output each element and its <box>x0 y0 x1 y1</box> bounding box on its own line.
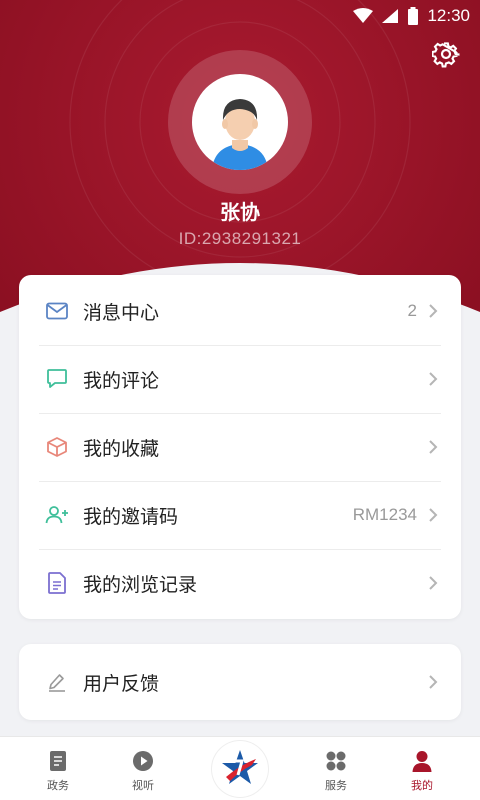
user-name: 张协 <box>220 200 260 224</box>
menu-item-history[interactable]: 我的浏览记录 <box>19 549 461 617</box>
status-time: 12:30 <box>427 6 470 25</box>
nav-label: 视听 <box>132 779 154 792</box>
menu-item-label: 我的浏览记录 <box>83 573 198 596</box>
menu-item-label: 消息中心 <box>83 301 160 324</box>
chevron-right-icon <box>429 440 438 454</box>
mail-icon <box>45 299 69 323</box>
menu-item-label: 我的评论 <box>83 369 160 392</box>
feedback-card: 用户反馈 <box>19 644 461 720</box>
nav-center-logo[interactable] <box>212 741 268 797</box>
comment-icon <box>45 367 69 391</box>
chevron-right-icon <box>429 576 438 590</box>
feedback-label: 用户反馈 <box>83 672 160 695</box>
invite-code-value: RM1234 <box>352 505 417 524</box>
chevron-right-icon <box>429 372 438 386</box>
nav-tab-mine[interactable]: 我的 <box>374 737 470 800</box>
nav-tab-government[interactable]: 政务 <box>10 737 106 800</box>
document-icon <box>45 571 69 595</box>
nav-tab-services[interactable]: 服务 <box>288 737 384 800</box>
status-bar: 12:30 <box>0 0 480 32</box>
wifi-icon <box>353 8 374 23</box>
menu-item-favorites[interactable]: 我的收藏 <box>19 413 461 481</box>
menu-card: 消息中心 2 我的评论 我的收藏 我的邀请码 RM1234 我的浏览记录 <box>19 275 461 619</box>
chevron-right-icon <box>429 675 438 689</box>
document-icon <box>50 751 66 771</box>
menu-item-messages[interactable]: 消息中心 2 <box>19 277 461 345</box>
menu-item-label: 我的收藏 <box>83 437 160 460</box>
chevron-right-icon <box>429 508 438 522</box>
nav-label: 服务 <box>325 779 347 792</box>
chevron-right-icon <box>429 304 438 318</box>
menu-item-comments[interactable]: 我的评论 <box>19 345 461 413</box>
user-avatar-icon <box>212 99 268 170</box>
grid-icon <box>326 751 346 771</box>
center-logo-icon <box>213 742 267 796</box>
signal-icon <box>382 9 399 23</box>
add-user-icon <box>45 503 69 527</box>
message-count: 2 <box>407 301 417 320</box>
nav-label: 我的 <box>411 779 433 792</box>
avatar[interactable] <box>192 74 288 170</box>
play-icon <box>133 751 153 771</box>
nav-label: 政务 <box>47 779 69 792</box>
pencil-icon <box>45 670 69 694</box>
profile-header: 12:30 张协 ID:2938291321 <box>0 0 480 320</box>
settings-gear-icon[interactable] <box>432 40 460 68</box>
person-icon <box>412 751 432 772</box>
nav-tab-media[interactable]: 视听 <box>95 737 191 800</box>
battery-icon <box>408 7 419 25</box>
bottom-nav: 政务 视听 服务 我的 <box>0 736 480 800</box>
menu-item-invite-code[interactable]: 我的邀请码 RM1234 <box>19 481 461 549</box>
box-icon <box>45 435 69 459</box>
menu-item-label: 我的邀请码 <box>83 505 179 528</box>
user-id: ID:2938291321 <box>178 229 302 248</box>
menu-item-feedback[interactable]: 用户反馈 <box>19 644 461 720</box>
